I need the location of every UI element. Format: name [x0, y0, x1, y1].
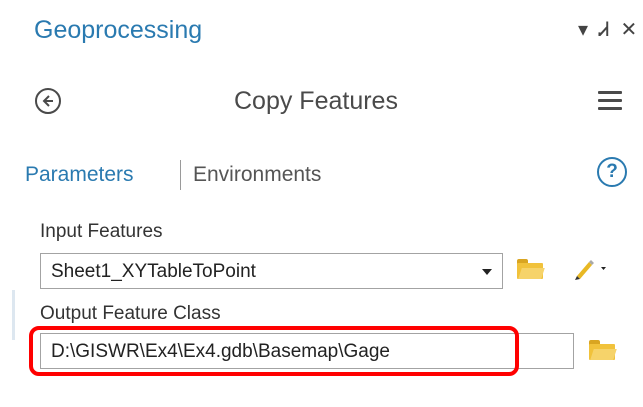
pane-options-icon[interactable]: ▾	[578, 20, 588, 40]
input-features-value: Sheet1_XYTableToPoint	[51, 261, 256, 282]
pin-icon[interactable]: Ꮧ	[599, 20, 609, 40]
tab-environments[interactable]: Environments	[193, 163, 321, 187]
tab-parameters[interactable]: Parameters	[25, 163, 134, 187]
input-features-label: Input Features	[40, 221, 163, 242]
pane-title: Geoprocessing	[34, 16, 203, 44]
focus-indicator-bar	[12, 290, 15, 340]
browse-input-button[interactable]	[517, 259, 545, 279]
output-feature-class-field[interactable]: D:\GISWR\Ex4\Ex4.gdb\Basemap\Gage	[40, 333, 574, 369]
output-feature-class-label: Output Feature Class	[40, 303, 221, 324]
close-icon[interactable]: ✕	[620, 20, 637, 40]
tool-title: Copy Features	[234, 87, 398, 115]
input-features-dropdown[interactable]: Sheet1_XYTableToPoint	[40, 253, 503, 289]
menu-button[interactable]	[598, 91, 622, 111]
menu-icon	[598, 91, 622, 110]
pencil-icon	[575, 260, 606, 280]
browse-output-button[interactable]	[589, 340, 617, 360]
help-button[interactable]: ?	[597, 157, 627, 187]
pane-controls: ▾ Ꮧ ✕	[578, 10, 637, 50]
create-features-button[interactable]	[573, 254, 607, 282]
back-button[interactable]	[35, 88, 61, 114]
dropdown-arrow-icon	[482, 269, 492, 275]
tab-divider	[180, 160, 181, 190]
help-icon: ?	[606, 161, 618, 182]
output-feature-class-value: D:\GISWR\Ex4\Ex4.gdb\Basemap\Gage	[51, 341, 390, 362]
back-arrow-icon	[42, 95, 53, 107]
